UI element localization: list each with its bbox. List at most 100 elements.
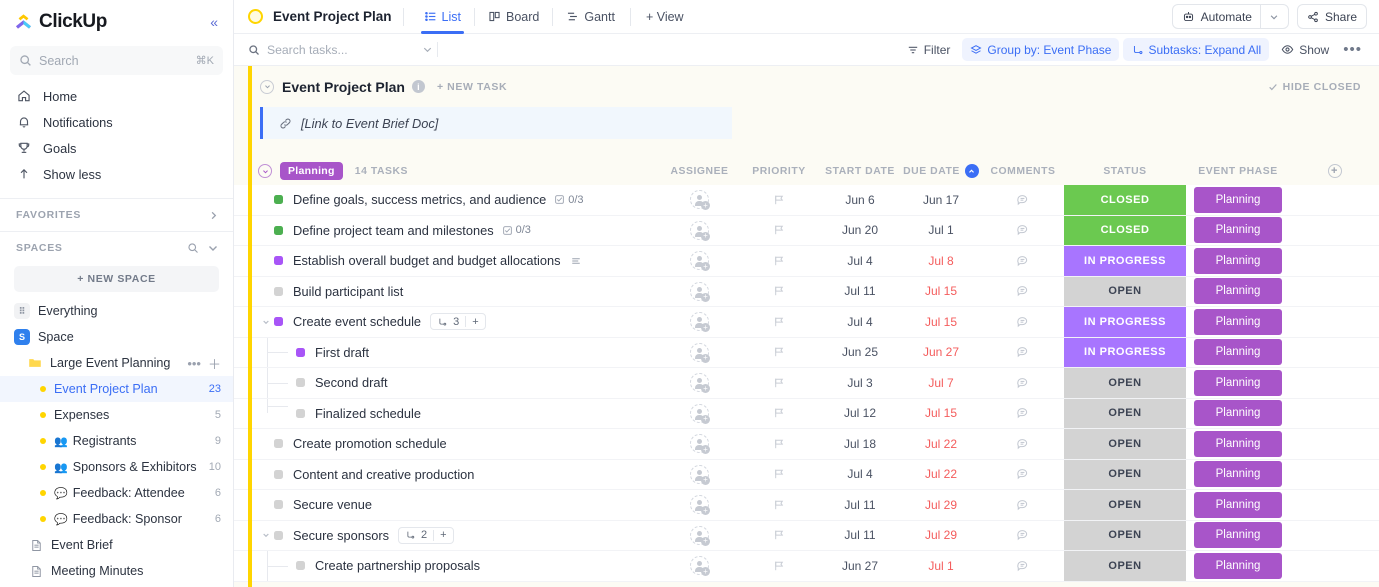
sidebar-item-show-less[interactable]: Show less	[0, 161, 233, 187]
due-date-cell[interactable]: Jul 29	[900, 490, 982, 520]
automate-button[interactable]: Automate	[1172, 4, 1289, 29]
due-date-cell[interactable]: Jul 15	[900, 307, 982, 337]
task-name-cell[interactable]: Secure venue	[234, 490, 661, 520]
table-row[interactable]: Create event schedule 3 + + Jul 4 Jul 15…	[234, 307, 1379, 338]
sidebar-item-feedback-attendee[interactable]: 💬 Feedback: Attendee 6	[0, 480, 233, 506]
comment-icon[interactable]	[1016, 254, 1030, 268]
comment-icon[interactable]	[1016, 376, 1030, 390]
event-phase-cell[interactable]: Planning	[1186, 399, 1290, 429]
comment-icon[interactable]	[1016, 345, 1030, 359]
event-phase-cell[interactable]: Planning	[1186, 185, 1290, 215]
task-status-swatch[interactable]	[274, 256, 283, 265]
assignee-cell[interactable]: +	[661, 551, 738, 581]
assignee-cell[interactable]: +	[661, 399, 738, 429]
comment-icon[interactable]	[1016, 437, 1030, 451]
due-date-cell[interactable]: Jun 17	[900, 185, 982, 215]
comment-icon[interactable]	[1016, 315, 1030, 329]
assignee-cell[interactable]: +	[661, 246, 738, 276]
due-date-cell[interactable]: Jul 22	[900, 460, 982, 490]
start-date-cell[interactable]: Jul 11	[820, 490, 900, 520]
task-name-cell[interactable]: Define goals, success metrics, and audie…	[234, 185, 661, 215]
table-row[interactable]: Establish overall budget and budget allo…	[234, 246, 1379, 277]
assignee-cell[interactable]: +	[661, 490, 738, 520]
folder-more-icon[interactable]: •••	[187, 356, 201, 371]
event-brief-link-banner[interactable]: [Link to Event Brief Doc]	[260, 107, 732, 139]
priority-flag-icon[interactable]	[773, 529, 785, 541]
table-row[interactable]: Content and creative production + Jul 4 …	[234, 460, 1379, 491]
task-status-swatch[interactable]	[296, 409, 305, 418]
add-subtask-icon[interactable]: +	[472, 316, 478, 328]
status-cell[interactable]: OPEN	[1064, 460, 1186, 490]
status-cell[interactable]: IN PROGRESS	[1064, 246, 1186, 276]
task-name-cell[interactable]: First draft	[234, 338, 661, 368]
task-status-swatch[interactable]	[274, 439, 283, 448]
assignee-avatar-add[interactable]: +	[690, 312, 709, 331]
event-phase-cell[interactable]: Planning	[1186, 216, 1290, 246]
clickup-logo[interactable]: ClickUp	[14, 11, 207, 33]
table-row[interactable]: Finalized schedule + Jul 12 Jul 15 OPEN …	[234, 399, 1379, 430]
task-status-swatch[interactable]	[274, 531, 283, 540]
collapse-list-icon[interactable]	[260, 80, 274, 94]
sidebar-item-event-project-plan[interactable]: Event Project Plan 23	[0, 376, 233, 402]
assignee-cell[interactable]: +	[661, 338, 738, 368]
event-phase-cell[interactable]: Planning	[1186, 277, 1290, 307]
priority-flag-icon[interactable]	[773, 224, 785, 236]
event-phase-cell[interactable]: Planning	[1186, 460, 1290, 490]
task-name-cell[interactable]: Define project team and milestones 0/3	[234, 216, 661, 246]
tab-board[interactable]: Board	[479, 0, 548, 34]
sidebar-item-everything[interactable]: ⠿ Everything	[0, 298, 233, 324]
status-cell[interactable]: OPEN	[1064, 429, 1186, 459]
assignee-cell[interactable]: +	[661, 216, 738, 246]
group-by-button[interactable]: Group by: Event Phase	[962, 38, 1119, 61]
column-header-status[interactable]: STATUS	[1064, 157, 1186, 185]
folder-add-icon[interactable]: ＋	[208, 354, 221, 373]
start-date-cell[interactable]: Jun 25	[820, 338, 900, 368]
status-cell[interactable]: OPEN	[1064, 521, 1186, 551]
sort-ascending-icon[interactable]	[965, 164, 979, 178]
sidebar-item-notifications[interactable]: Notifications	[0, 109, 233, 135]
task-name-cell[interactable]: Build participant list	[234, 277, 661, 307]
assignee-avatar-add[interactable]: +	[690, 282, 709, 301]
subtask-count-pill[interactable]: 2 +	[398, 527, 454, 544]
table-row[interactable]: Build participant list + Jul 11 Jul 15 O…	[234, 277, 1379, 308]
task-status-swatch[interactable]	[296, 378, 305, 387]
table-row[interactable]: First draft + Jun 25 Jun 27 IN PROGRESS …	[234, 338, 1379, 369]
search-input[interactable]: Search ⌘K	[10, 46, 223, 75]
task-status-swatch[interactable]	[274, 226, 283, 235]
checklist-count[interactable]: 0/3	[502, 224, 531, 236]
priority-flag-icon[interactable]	[773, 560, 785, 572]
sidebar-item-sponsors-exhibitors[interactable]: 👥 Sponsors & Exhibitors 10	[0, 454, 233, 480]
new-task-button[interactable]: + NEW TASK	[437, 81, 507, 93]
priority-cell[interactable]	[738, 551, 820, 581]
assignee-cell[interactable]: +	[661, 460, 738, 490]
sidebar-item-registrants[interactable]: 👥 Registrants 9	[0, 428, 233, 454]
sidebar-item-expenses[interactable]: Expenses 5	[0, 402, 233, 428]
comment-icon[interactable]	[1016, 193, 1030, 207]
new-space-button[interactable]: + NEW SPACE	[14, 266, 219, 292]
spaces-search-icon[interactable]	[187, 242, 199, 254]
column-header-comments[interactable]: COMMENTS	[982, 157, 1064, 185]
comment-icon[interactable]	[1016, 223, 1030, 237]
start-date-cell[interactable]: Jun 27	[820, 551, 900, 581]
task-name-cell[interactable]: Create partnership proposals	[234, 551, 661, 581]
priority-flag-icon[interactable]	[773, 407, 785, 419]
comment-icon[interactable]	[1016, 406, 1030, 420]
column-header-priority[interactable]: PRIORITY	[738, 157, 820, 185]
due-date-cell[interactable]: Jul 1	[900, 551, 982, 581]
task-status-swatch[interactable]	[274, 470, 283, 479]
priority-flag-icon[interactable]	[773, 468, 785, 480]
status-cell[interactable]: OPEN	[1064, 368, 1186, 398]
expand-subtasks-icon[interactable]	[260, 531, 271, 539]
comments-cell[interactable]	[982, 216, 1064, 246]
sidebar-doc-meeting-minutes[interactable]: Meeting Minutes	[0, 558, 233, 584]
task-status-swatch[interactable]	[274, 500, 283, 509]
column-header-assignee[interactable]: ASSIGNEE	[661, 157, 738, 185]
priority-cell[interactable]	[738, 429, 820, 459]
column-header-event-phase[interactable]: EVENT PHASE	[1186, 157, 1290, 185]
assignee-avatar-add[interactable]: +	[690, 526, 709, 545]
priority-cell[interactable]	[738, 246, 820, 276]
due-date-cell[interactable]: Jul 15	[900, 399, 982, 429]
column-header-due-date[interactable]: DUE DATE	[900, 157, 982, 185]
task-status-swatch[interactable]	[274, 287, 283, 296]
info-icon[interactable]: i	[412, 80, 425, 93]
